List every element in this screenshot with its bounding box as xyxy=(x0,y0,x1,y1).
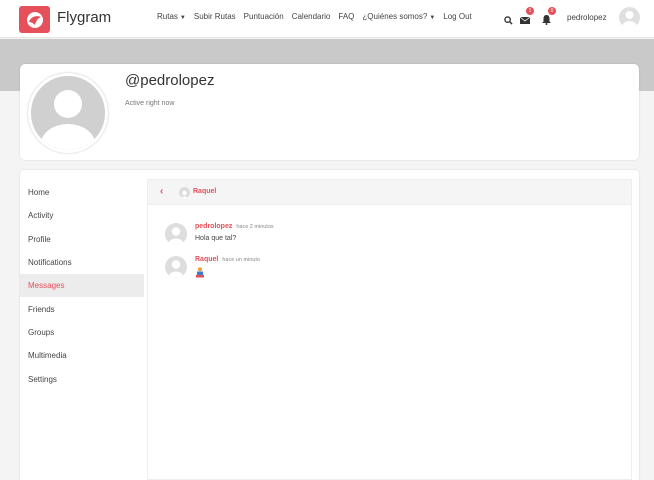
nav-subir-rutas[interactable]: Subir Rutas xyxy=(194,12,236,21)
sidebar-item-multimedia[interactable]: Multimedia xyxy=(20,344,144,367)
sender-avatar[interactable] xyxy=(165,256,187,278)
profile-sidebar: Home Activity Profile Notifications Mess… xyxy=(20,170,144,391)
main-nav: Rutas ▼ Subir Rutas Puntuación Calendario… xyxy=(157,12,480,21)
site-name[interactable]: Flygram xyxy=(57,9,111,26)
bell-icon[interactable]: 0 xyxy=(542,7,556,30)
sidebar-item-notifications[interactable]: Notifications xyxy=(20,251,144,274)
profile-avatar xyxy=(28,73,108,153)
message-time: hace 2 minutos xyxy=(236,224,274,230)
message-text: Hola que tal? xyxy=(195,235,237,242)
profile-card: @pedrolopez Active right now xyxy=(20,64,639,160)
sender-avatar[interactable] xyxy=(165,223,187,245)
flygram-logo-icon[interactable] xyxy=(19,6,50,33)
sidebar-item-home[interactable]: Home xyxy=(20,181,144,204)
recipient-name[interactable]: Raquel xyxy=(193,188,216,195)
messages-icon[interactable]: 1 xyxy=(519,7,534,30)
chevron-down-icon: ▼ xyxy=(429,15,436,21)
chevron-left-icon[interactable]: ‹ xyxy=(160,186,163,197)
messages-badge: 1 xyxy=(526,7,534,15)
sidebar-item-profile[interactable]: Profile xyxy=(20,228,144,251)
message-author[interactable]: pedrolopez hace 2 minutos xyxy=(195,223,274,230)
nav-calendario[interactable]: Calendario xyxy=(292,12,331,21)
profile-handle: @pedrolopez xyxy=(125,72,215,89)
sidebar-item-activity[interactable]: Activity xyxy=(20,204,144,227)
sidebar-item-friends[interactable]: Friends xyxy=(20,297,144,320)
nav-quienes-somos[interactable]: ¿Quiénes somos? ▼ xyxy=(362,12,435,21)
person-icon xyxy=(195,265,205,283)
search-icon[interactable] xyxy=(504,12,513,30)
recipient-avatar[interactable] xyxy=(179,187,190,198)
notifications-badge: 0 xyxy=(548,7,556,15)
user-avatar[interactable] xyxy=(619,7,640,28)
nav-log-out[interactable]: Log Out xyxy=(443,12,471,21)
sidebar-item-settings[interactable]: Settings xyxy=(20,367,144,390)
activity-status: Active right now xyxy=(125,100,175,107)
nav-puntuacion[interactable]: Puntuación xyxy=(244,12,284,21)
sidebar-item-groups[interactable]: Groups xyxy=(20,321,144,344)
nav-rutas[interactable]: Rutas ▼ xyxy=(157,12,186,21)
username-link[interactable]: pedrolopez xyxy=(567,13,607,22)
main-card: Home Activity Profile Notifications Mess… xyxy=(20,170,639,480)
nav-faq[interactable]: FAQ xyxy=(338,12,354,21)
message-thread: ‹ Raquel pedrolopez hace 2 minutos Hola q… xyxy=(147,179,632,480)
message-time: hace un minuto xyxy=(222,257,260,263)
top-header: Flygram Rutas ▼ Subir Rutas Puntuación Ca… xyxy=(0,0,654,38)
sidebar-item-messages[interactable]: Messages xyxy=(20,274,144,298)
chevron-down-icon: ▼ xyxy=(179,15,186,21)
thread-header: ‹ Raquel xyxy=(148,180,631,205)
message-author[interactable]: Raquel hace un minuto xyxy=(195,256,260,263)
